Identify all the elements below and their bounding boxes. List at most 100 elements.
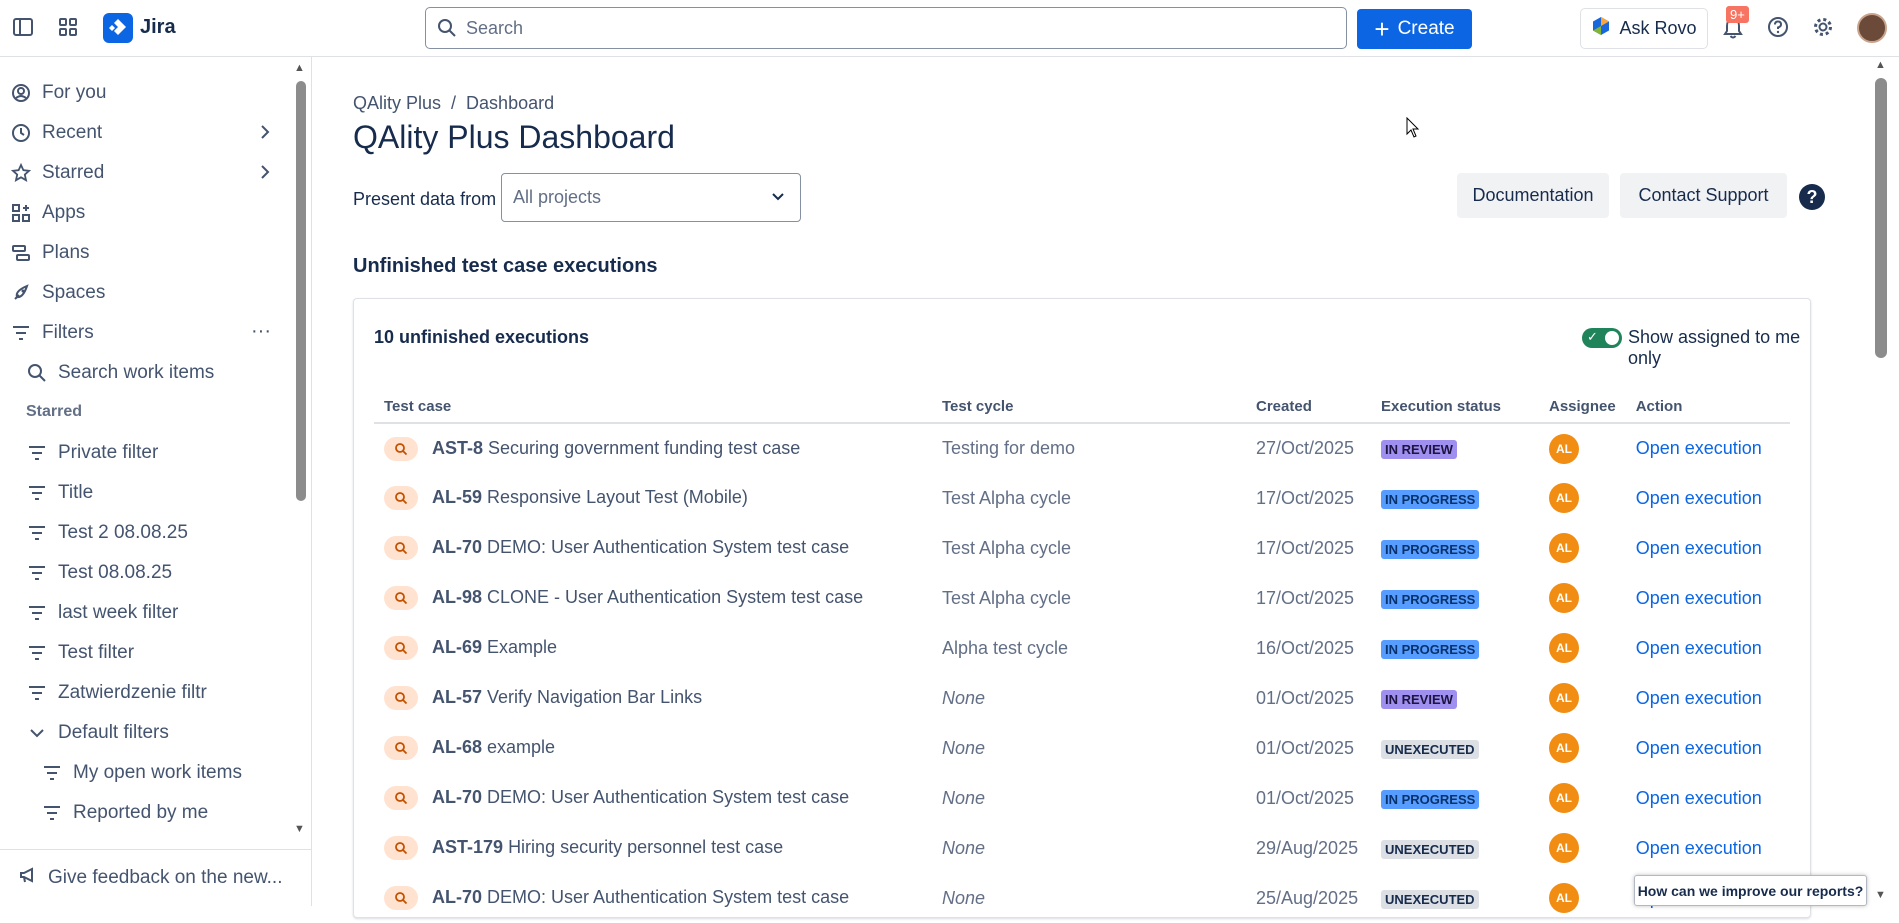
filter-item[interactable]: Test filter — [26, 636, 276, 670]
scroll-up-arrow-icon[interactable]: ▲ — [1875, 59, 1886, 71]
open-execution-link[interactable]: Open execution — [1636, 538, 1762, 558]
column-header[interactable]: Test case — [374, 391, 932, 424]
app-switcher-icon[interactable] — [57, 16, 79, 43]
sidebar-item-for-you[interactable]: For you — [10, 76, 275, 110]
sidebar-toggle-icon[interactable] — [12, 16, 34, 43]
sidebar-item-spaces[interactable]: Spaces — [10, 276, 275, 310]
column-header[interactable]: Assignee — [1539, 391, 1626, 424]
test-case-name[interactable]: DEMO: User Authentication System test ca… — [487, 787, 849, 807]
test-case-key[interactable]: AL-57 — [432, 687, 482, 707]
test-case-name[interactable]: Securing government funding test case — [488, 437, 800, 457]
sidebar-item-starred[interactable]: Starred — [10, 156, 275, 190]
test-case-key[interactable]: AL-70 — [432, 887, 482, 907]
project-select[interactable]: All projects — [501, 173, 801, 222]
sidebar-item-label: Plans — [42, 242, 90, 263]
app-name[interactable]: Jira — [140, 16, 176, 39]
sidebar-item-plans[interactable]: Plans — [10, 236, 275, 270]
status-cell: IN PROGRESS — [1371, 523, 1539, 573]
default-filters-group[interactable]: Default filters — [26, 716, 276, 750]
chevron-right-icon[interactable] — [255, 122, 275, 148]
test-case-key[interactable]: AL-70 — [432, 537, 482, 557]
open-execution-link[interactable]: Open execution — [1636, 838, 1762, 858]
test-case-key[interactable]: AL-59 — [432, 487, 482, 507]
test-case-name[interactable]: Verify Navigation Bar Links — [487, 687, 702, 707]
test-case-search-icon — [384, 436, 418, 461]
test-case-name[interactable]: CLONE - User Authentication System test … — [487, 587, 863, 607]
open-execution-link[interactable]: Open execution — [1636, 688, 1762, 708]
open-execution-link[interactable]: Open execution — [1636, 738, 1762, 758]
open-execution-link[interactable]: Open execution — [1636, 638, 1762, 658]
sidebar-item-filters[interactable]: Filters ··· — [10, 316, 275, 350]
test-case-name[interactable]: Example — [487, 637, 557, 657]
test-case-name[interactable]: DEMO: User Authentication System test ca… — [487, 537, 849, 557]
search-input[interactable] — [464, 8, 1324, 48]
documentation-button[interactable]: Documentation — [1457, 173, 1609, 218]
scroll-down-arrow-icon[interactable]: ▼ — [1875, 889, 1886, 901]
test-case-name[interactable]: Hiring security personnel test case — [508, 837, 783, 857]
user-avatar[interactable] — [1857, 13, 1887, 43]
test-case-key[interactable]: AL-70 — [432, 787, 482, 807]
sidebar-item-label: Filters — [42, 322, 94, 343]
scroll-down-arrow-icon[interactable]: ▼ — [294, 823, 305, 835]
test-case-name[interactable]: Responsive Layout Test (Mobile) — [487, 487, 748, 507]
filter-item[interactable]: Zatwierdzenie filtr — [26, 676, 276, 710]
chevron-right-icon[interactable] — [255, 162, 275, 188]
column-header[interactable]: Test cycle — [932, 391, 1246, 424]
open-execution-link[interactable]: Open execution — [1636, 488, 1762, 508]
test-case-key[interactable]: AL-98 — [432, 587, 482, 607]
breadcrumb-item[interactable]: Dashboard — [466, 93, 554, 113]
test-case-key[interactable]: AL-68 — [432, 737, 482, 757]
filter-item[interactable]: Title — [26, 476, 276, 510]
assignee-avatar[interactable]: AL — [1549, 833, 1579, 863]
column-header[interactable]: Created — [1246, 391, 1371, 424]
settings-gear-icon[interactable] — [1812, 16, 1834, 43]
assignee-avatar[interactable]: AL — [1549, 483, 1579, 513]
test-case-key[interactable]: AST-8 — [432, 437, 483, 457]
assignee-avatar[interactable]: AL — [1549, 883, 1579, 913]
ask-rovo-button[interactable]: Ask Rovo — [1580, 8, 1708, 49]
create-button[interactable]: + Create — [1357, 9, 1472, 49]
assignee-avatar[interactable]: AL — [1549, 733, 1579, 763]
test-case-name[interactable]: example — [487, 737, 555, 757]
open-execution-link[interactable]: Open execution — [1636, 588, 1762, 608]
open-execution-link[interactable]: Open execution — [1636, 438, 1762, 458]
survey-button[interactable]: How can we improve our reports? — [1634, 875, 1867, 906]
test-case-key[interactable]: AST-179 — [432, 837, 503, 857]
jira-logo-icon[interactable] — [103, 13, 133, 43]
help-icon[interactable]: ? — [1799, 184, 1825, 210]
open-execution-link[interactable]: Open execution — [1636, 788, 1762, 808]
column-header[interactable]: Execution status — [1371, 391, 1539, 424]
breadcrumb-item[interactable]: QAlity Plus — [353, 93, 441, 113]
sidebar-scrollbar[interactable] — [296, 81, 306, 501]
test-case-name[interactable]: DEMO: User Authentication System test ca… — [487, 887, 849, 907]
search-field[interactable] — [425, 7, 1347, 49]
more-options-icon[interactable]: ··· — [251, 320, 271, 343]
filter-item[interactable]: last week filter — [26, 596, 276, 630]
filter-item[interactable]: Reported by me — [41, 796, 276, 830]
sidebar-item-apps[interactable]: Apps — [10, 196, 275, 230]
filter-item[interactable]: Private filter — [26, 436, 276, 470]
main-scrollbar[interactable] — [1875, 78, 1887, 358]
filter-label: last week filter — [58, 602, 179, 623]
assigned-to-me-toggle[interactable]: ✓ — [1582, 328, 1622, 348]
sidebar-item-recent[interactable]: Recent — [10, 116, 275, 150]
test-case-key[interactable]: AL-69 — [432, 637, 482, 657]
assignee-avatar[interactable]: AL — [1549, 433, 1579, 464]
help-icon[interactable] — [1767, 16, 1789, 43]
filter-item[interactable]: Test 2 08.08.25 — [26, 516, 276, 550]
assignee-avatar[interactable]: AL — [1549, 783, 1579, 813]
test-cycle-cell: None — [942, 737, 986, 758]
assignee-avatar[interactable]: AL — [1549, 633, 1579, 663]
column-header[interactable]: Action — [1625, 391, 1790, 424]
assignee-cell: AL — [1539, 523, 1626, 573]
give-feedback-button[interactable]: Give feedback on the new... — [0, 849, 311, 906]
table-row: AST-8 Securing government funding test c… — [374, 423, 1790, 473]
filter-item[interactable]: Test 08.08.25 — [26, 556, 276, 590]
assignee-avatar[interactable]: AL — [1549, 533, 1579, 563]
sidebar-item-search-work-items[interactable]: Search work items — [26, 356, 276, 390]
scroll-up-arrow-icon[interactable]: ▲ — [294, 62, 305, 74]
filter-item[interactable]: My open work items — [41, 756, 276, 790]
contact-support-button[interactable]: Contact Support — [1620, 173, 1787, 218]
assignee-avatar[interactable]: AL — [1549, 583, 1579, 613]
assignee-avatar[interactable]: AL — [1549, 683, 1579, 713]
